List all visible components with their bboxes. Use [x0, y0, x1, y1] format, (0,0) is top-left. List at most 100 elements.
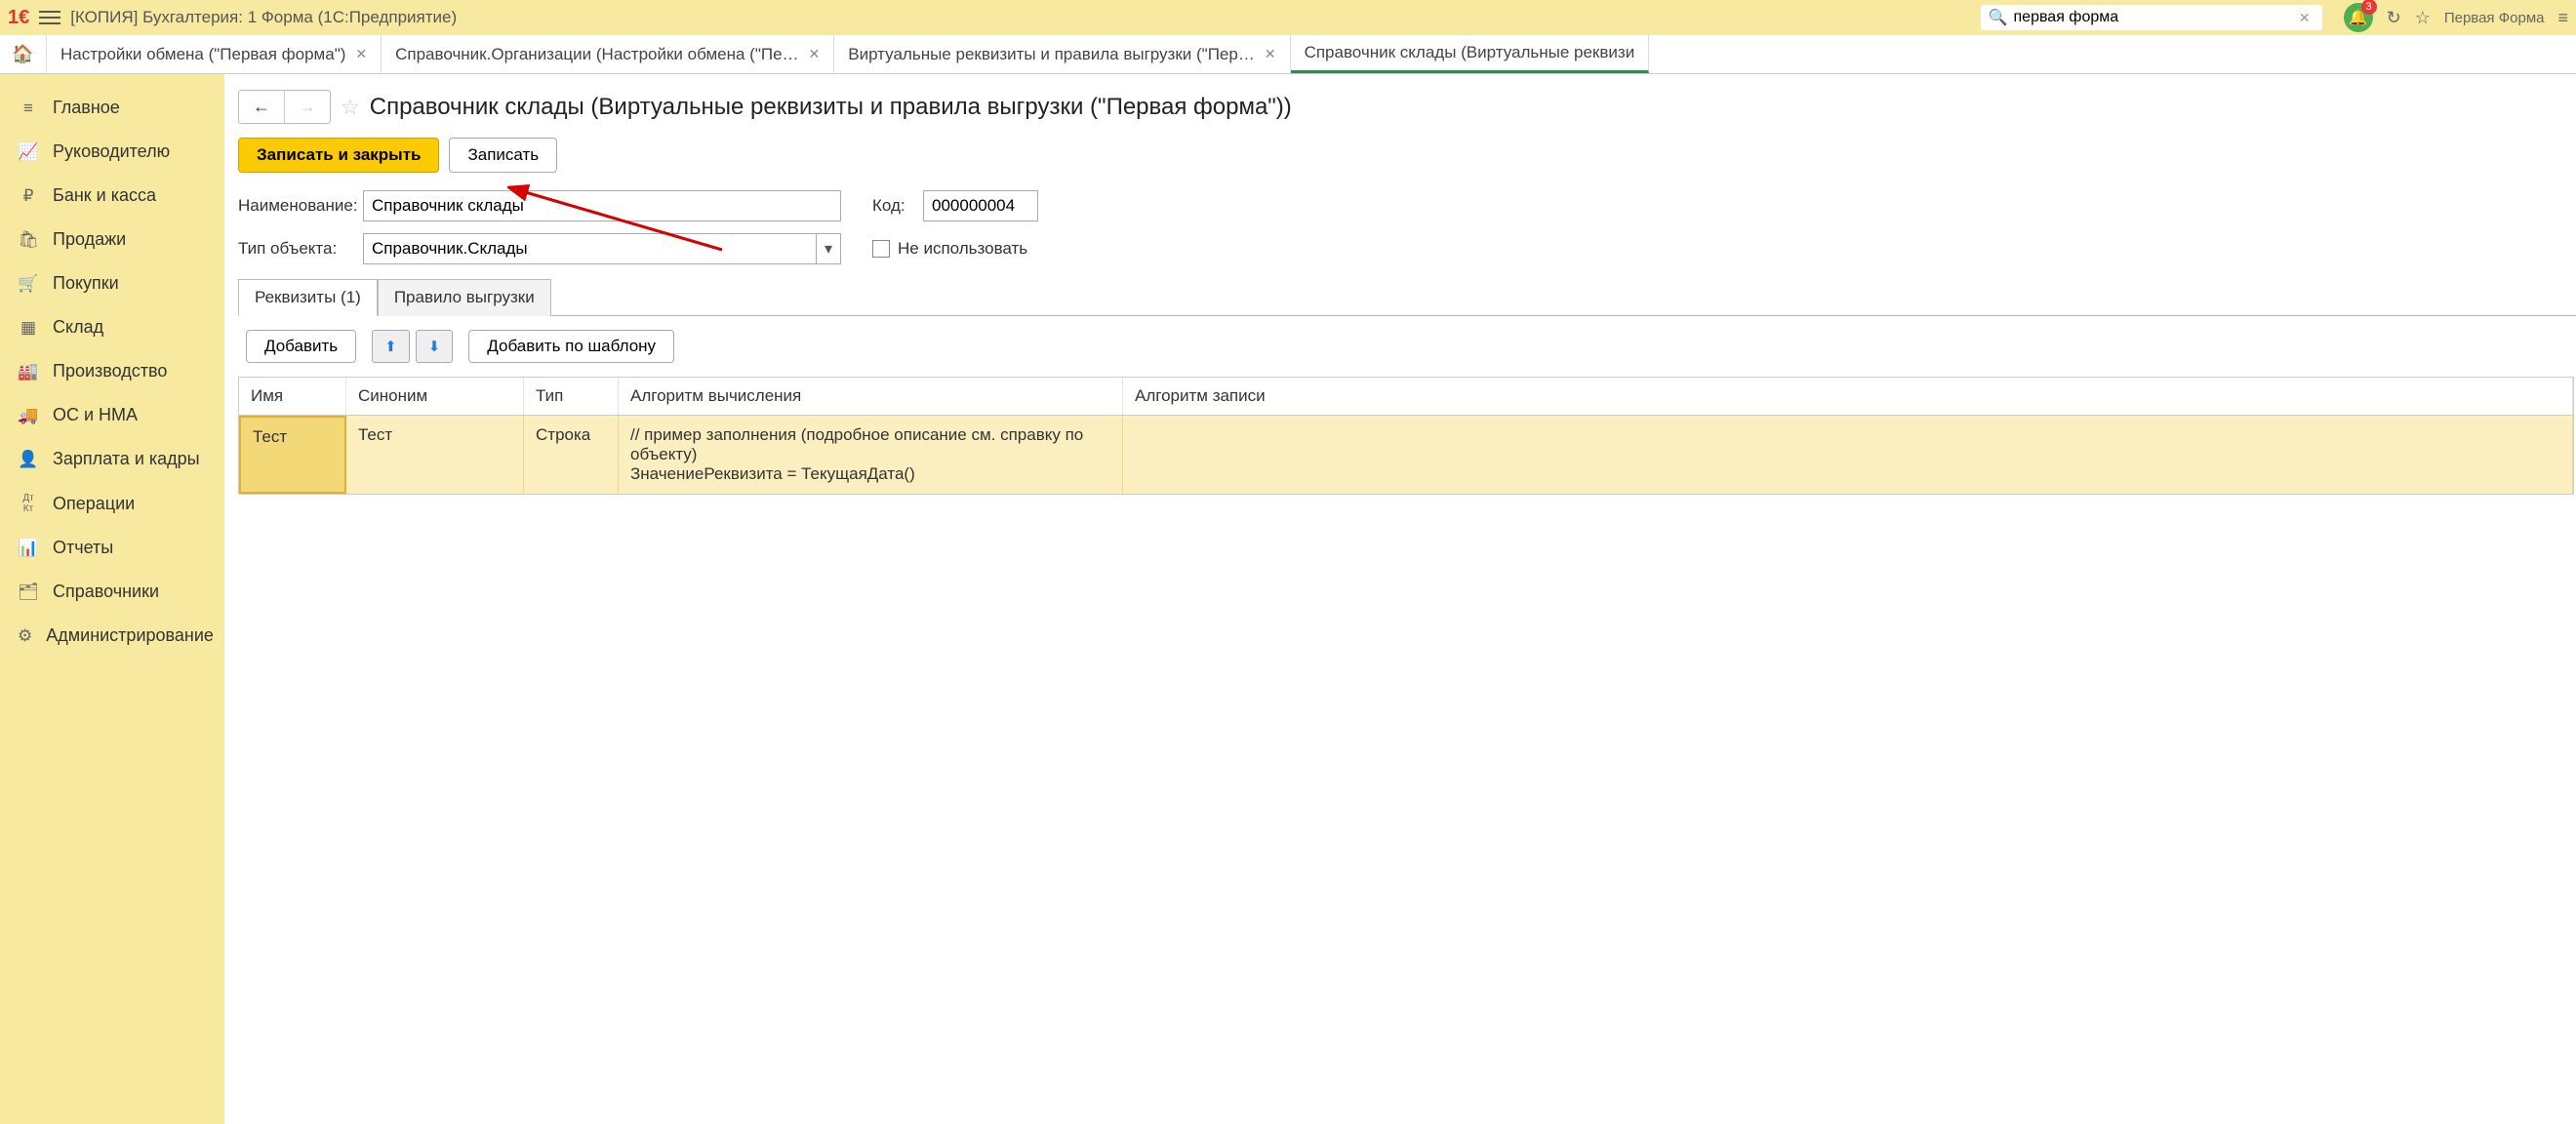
sidebar-item-assets[interactable]: 🚚 ОС и НМА — [0, 393, 224, 437]
code-input[interactable] — [923, 190, 1038, 221]
sidebar-item-label: Операции — [53, 494, 135, 514]
col-algorithm-write[interactable]: Алгоритм записи — [1123, 378, 2573, 415]
more-icon[interactable]: ≡ — [2557, 8, 2568, 28]
search-icon: 🔍 — [1989, 8, 2008, 27]
sidebar-item-reports[interactable]: 📊 Отчеты — [0, 526, 224, 570]
table-row[interactable]: Тест Тест Строка // пример заполнения (п… — [239, 416, 2573, 494]
app-title: [КОПИЯ] Бухгалтерия: 1 Форма (1С:Предпри… — [70, 8, 457, 27]
checkbox-label: Не использовать — [898, 239, 1027, 259]
close-icon[interactable]: ✕ — [355, 46, 367, 62]
sidebar-item-label: Отчеты — [53, 538, 113, 558]
sidebar-item-label: Банк и касса — [53, 185, 156, 206]
factory-icon: 🏭 — [18, 362, 39, 381]
sidebar-item-label: ОС и НМА — [53, 405, 138, 425]
cell-algorithm-write[interactable] — [1123, 416, 2573, 494]
person-icon: 👤 — [18, 450, 39, 469]
checkbox-icon[interactable] — [872, 240, 890, 258]
chevron-down-icon[interactable]: ▾ — [816, 233, 841, 264]
sidebar-item-label: Справочники — [53, 582, 159, 602]
col-type[interactable]: Тип — [524, 378, 619, 415]
sidebar-item-main[interactable]: ≡ Главное — [0, 86, 224, 130]
ruble-icon: ₽ — [18, 186, 39, 206]
sidebar-item-salary[interactable]: 👤 Зарплата и кадры — [0, 437, 224, 481]
menu-icon[interactable] — [39, 11, 60, 24]
chart-up-icon: 📈 — [18, 142, 39, 162]
label-name: Наименование: — [238, 196, 353, 216]
disable-checkbox[interactable]: Не использовать — [872, 239, 1027, 259]
tabbar: 🏠 Настройки обмена ("Первая форма") ✕ Сп… — [0, 35, 2576, 74]
nav-buttons: ← → — [238, 90, 331, 124]
tab-label: Виртуальные реквизиты и правила выгрузки… — [848, 45, 1255, 64]
close-icon[interactable]: ✕ — [809, 46, 821, 62]
favorite-icon[interactable]: ☆ — [2415, 8, 2431, 28]
menu-icon: ≡ — [18, 99, 39, 118]
cart-icon: 🛒 — [18, 274, 39, 294]
star-icon[interactable]: ☆ — [341, 95, 360, 120]
search-input[interactable] — [2014, 9, 2295, 26]
cell-type[interactable]: Строка — [524, 416, 619, 494]
sidebar-item-purchases[interactable]: 🛒 Покупки — [0, 261, 224, 305]
company-name: Первая Форма — [2444, 10, 2545, 26]
sidebar-item-label: Администрирование — [46, 625, 214, 646]
sidebar-item-bank[interactable]: ₽ Банк и касса — [0, 174, 224, 218]
home-tab[interactable]: 🏠 — [0, 35, 47, 73]
tab-warehouses[interactable]: Справочник склады (Виртуальные реквизи — [1291, 35, 1650, 73]
sidebar-item-admin[interactable]: ⚙ Администрирование — [0, 614, 224, 658]
search-clear-icon[interactable]: ✕ — [2295, 10, 2314, 26]
move-up-button[interactable]: ⬆ — [372, 330, 410, 363]
label-type: Тип объекта: — [238, 239, 353, 259]
sidebar-item-operations[interactable]: ДтКт Операции — [0, 481, 224, 526]
sidebar-item-label: Продажи — [53, 229, 126, 250]
sidebar-item-label: Зарплата и кадры — [53, 449, 200, 469]
gear-icon: ⚙ — [18, 626, 32, 646]
type-input[interactable] — [363, 233, 816, 264]
save-close-button[interactable]: Записать и закрыть — [238, 138, 439, 173]
cell-algorithm[interactable]: // пример заполнения (подробное описание… — [619, 416, 1123, 494]
bars-icon: 📊 — [18, 539, 39, 558]
back-button[interactable]: ← — [239, 91, 285, 123]
tab-organizations[interactable]: Справочник.Организации (Настройки обмена… — [382, 35, 834, 73]
history-icon[interactable]: ↻ — [2387, 8, 2401, 28]
col-algorithm[interactable]: Алгоритм вычисления — [619, 378, 1123, 415]
sidebar-item-warehouse[interactable]: ▦ Склад — [0, 305, 224, 349]
tab-exchange-settings[interactable]: Настройки обмена ("Первая форма") ✕ — [47, 35, 382, 73]
subtab-export-rule[interactable]: Правило выгрузки — [378, 279, 551, 316]
label-code: Код: — [872, 196, 913, 216]
sidebar: ≡ Главное 📈 Руководителю ₽ Банк и касса 🛍Пр… — [0, 74, 224, 1124]
sidebar-item-label: Производство — [53, 361, 167, 381]
add-from-template-button[interactable]: Добавить по шаблону — [468, 330, 674, 363]
dtkt-icon: ДтКт — [18, 493, 39, 514]
tab-label: Справочник склады (Виртуальные реквизи — [1305, 43, 1635, 62]
name-input[interactable] — [363, 190, 841, 221]
tab-virtual-requisites[interactable]: Виртуальные реквизиты и правила выгрузки… — [834, 35, 1290, 73]
truck-icon: 🚚 — [18, 406, 39, 425]
sidebar-item-manager[interactable]: 📈 Руководителю — [0, 130, 224, 174]
sidebar-item-sales[interactable]: 🛍Продажи — [0, 218, 224, 261]
cell-synonym[interactable]: Тест — [346, 416, 524, 494]
close-icon[interactable]: ✕ — [1265, 46, 1276, 62]
notification-bell[interactable]: 🔔 3 — [2344, 3, 2373, 32]
col-synonym[interactable]: Синоним — [346, 378, 524, 415]
files-icon: 🗂 — [18, 582, 39, 602]
type-combo[interactable]: ▾ — [363, 233, 841, 264]
sidebar-item-catalogs[interactable]: 🗂 Справочники — [0, 570, 224, 614]
app-logo: 1€ — [8, 7, 29, 29]
grid-icon: ▦ — [18, 318, 39, 338]
move-down-button[interactable]: ⬇ — [416, 330, 454, 363]
tab-label: Настройки обмена ("Первая форма") — [60, 45, 345, 64]
search-box[interactable]: 🔍 ✕ — [1981, 5, 2322, 30]
add-button[interactable]: Добавить — [246, 330, 356, 363]
sidebar-item-label: Руководителю — [53, 141, 170, 162]
subtab-requisites[interactable]: Реквизиты (1) — [238, 279, 378, 316]
col-name[interactable]: Имя — [239, 378, 346, 415]
sidebar-item-label: Главное — [53, 98, 120, 118]
notification-count: 3 — [2361, 0, 2377, 15]
sidebar-item-label: Покупки — [53, 273, 119, 294]
page-title: Справочник склады (Виртуальные реквизиты… — [370, 94, 1292, 121]
forward-button[interactable]: → — [285, 91, 330, 123]
sidebar-item-production[interactable]: 🏭 Производство — [0, 349, 224, 393]
tab-label: Справочник.Организации (Настройки обмена… — [395, 45, 798, 64]
save-button[interactable]: Записать — [449, 138, 557, 173]
sidebar-item-label: Склад — [53, 317, 103, 338]
cell-name[interactable]: Тест — [239, 416, 346, 494]
